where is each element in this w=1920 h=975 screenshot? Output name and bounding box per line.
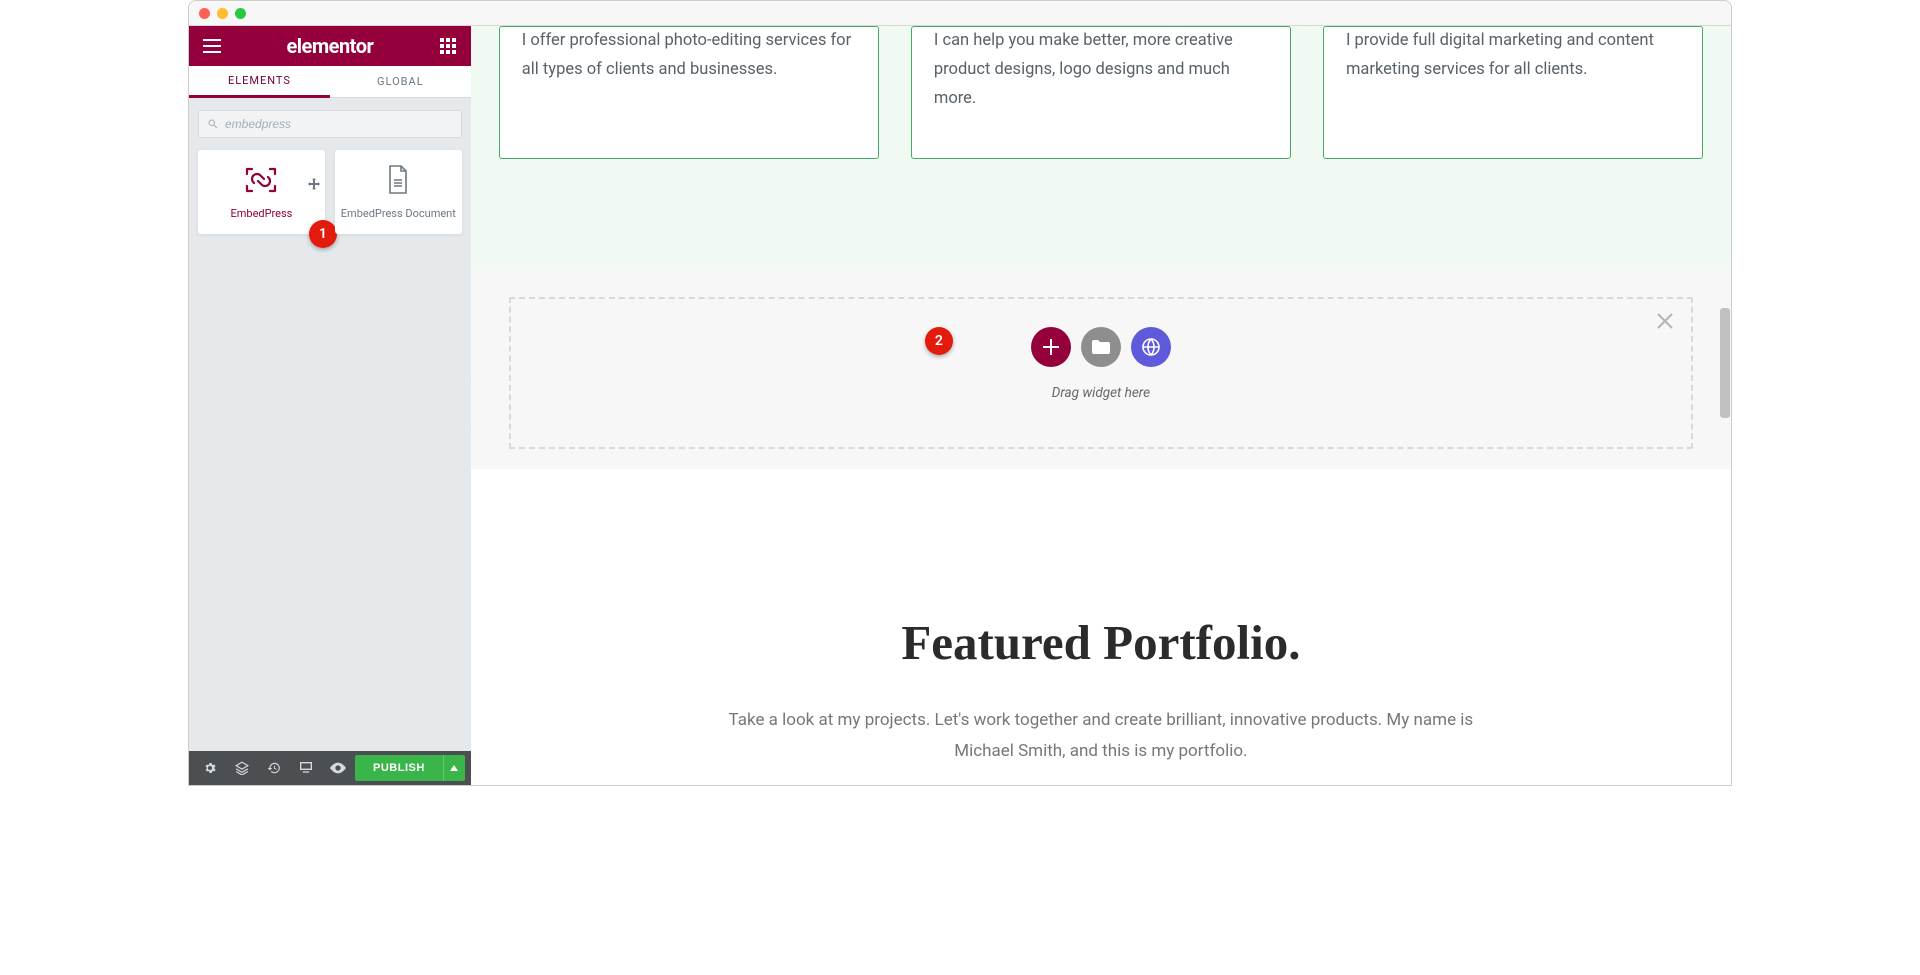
gear-icon: [203, 761, 217, 775]
scrollbar-thumb[interactable]: [1720, 308, 1730, 418]
eye-icon: [330, 762, 346, 774]
sidebar-tabs: ELEMENTS GLOBAL: [189, 66, 471, 98]
publish-button[interactable]: PUBLISH: [355, 755, 443, 781]
portfolio-section: Featured Portfolio. Take a look at my pr…: [471, 469, 1731, 785]
menu-button[interactable]: [199, 33, 225, 59]
dropzone-hint: Drag widget here: [511, 385, 1691, 401]
widgets-grid: EmbedPress 1 EmbedPress Document: [189, 150, 471, 234]
browser-window: elementor ELEMENTS GLOBAL: [188, 0, 1732, 786]
add-global-button[interactable]: [1131, 327, 1171, 367]
layers-icon: [235, 761, 249, 775]
globe-icon: [1142, 338, 1160, 356]
service-text: I can help you make better, more creativ…: [934, 27, 1268, 114]
new-section-area: 2 Drag widget here: [471, 269, 1731, 469]
service-card: I can help you make better, more creativ…: [911, 26, 1291, 159]
publish-options-button[interactable]: [443, 755, 465, 781]
apps-grid-button[interactable]: [435, 33, 461, 59]
history-button[interactable]: [259, 753, 289, 783]
document-icon: [386, 165, 410, 195]
widget-embedpress-document[interactable]: EmbedPress Document: [335, 150, 462, 234]
search-wrap: [189, 98, 471, 150]
navigator-button[interactable]: [227, 753, 257, 783]
window-minimize-button[interactable]: [217, 8, 228, 19]
responsive-button[interactable]: [291, 753, 321, 783]
sidebar-header: elementor: [189, 26, 471, 66]
portfolio-subtitle: Take a look at my projects. Let's work t…: [716, 705, 1486, 766]
folder-icon: [1092, 340, 1110, 354]
add-section-button[interactable]: [1031, 327, 1071, 367]
preview-canvas[interactable]: I offer professional photo-editing servi…: [471, 26, 1731, 785]
service-card: I offer professional photo-editing servi…: [499, 26, 879, 159]
add-template-button[interactable]: [1081, 327, 1121, 367]
window-zoom-button[interactable]: [235, 8, 246, 19]
annotation-badge-1: 1: [309, 220, 337, 248]
widget-label: EmbedPress: [231, 207, 293, 220]
preview-button[interactable]: [323, 753, 353, 783]
search-input[interactable]: [219, 117, 453, 131]
devices-icon: [298, 761, 314, 775]
titlebar: [189, 1, 1731, 26]
tab-elements[interactable]: ELEMENTS: [189, 66, 330, 98]
caret-up-icon: [450, 765, 458, 771]
services-section: I offer professional photo-editing servi…: [471, 26, 1731, 269]
embedpress-icon: [244, 165, 278, 195]
widget-embedpress[interactable]: EmbedPress 1: [198, 150, 325, 234]
settings-button[interactable]: [195, 753, 225, 783]
service-text: I provide full digital marketing and con…: [1346, 27, 1680, 85]
brand-logo: elementor: [286, 34, 373, 58]
annotation-badge-2: 2: [925, 327, 953, 355]
service-card: I provide full digital marketing and con…: [1323, 26, 1703, 159]
search-field[interactable]: [198, 110, 462, 138]
app: elementor ELEMENTS GLOBAL: [189, 26, 1731, 785]
window-close-button[interactable]: [199, 8, 210, 19]
history-icon: [267, 761, 281, 775]
sidebar-footer: PUBLISH: [189, 751, 471, 785]
service-text: I offer professional photo-editing servi…: [522, 27, 856, 85]
plus-icon: [1043, 339, 1059, 355]
widget-dropzone[interactable]: 2 Drag widget here: [509, 297, 1693, 449]
portfolio-title: Featured Portfolio.: [511, 614, 1691, 671]
search-icon: [207, 118, 219, 130]
tab-global[interactable]: GLOBAL: [330, 66, 471, 98]
publish-group: PUBLISH: [355, 755, 465, 781]
widget-label: EmbedPress Document: [341, 207, 456, 220]
elementor-sidebar: elementor ELEMENTS GLOBAL: [189, 26, 471, 785]
drag-handle-icon: [307, 177, 321, 196]
